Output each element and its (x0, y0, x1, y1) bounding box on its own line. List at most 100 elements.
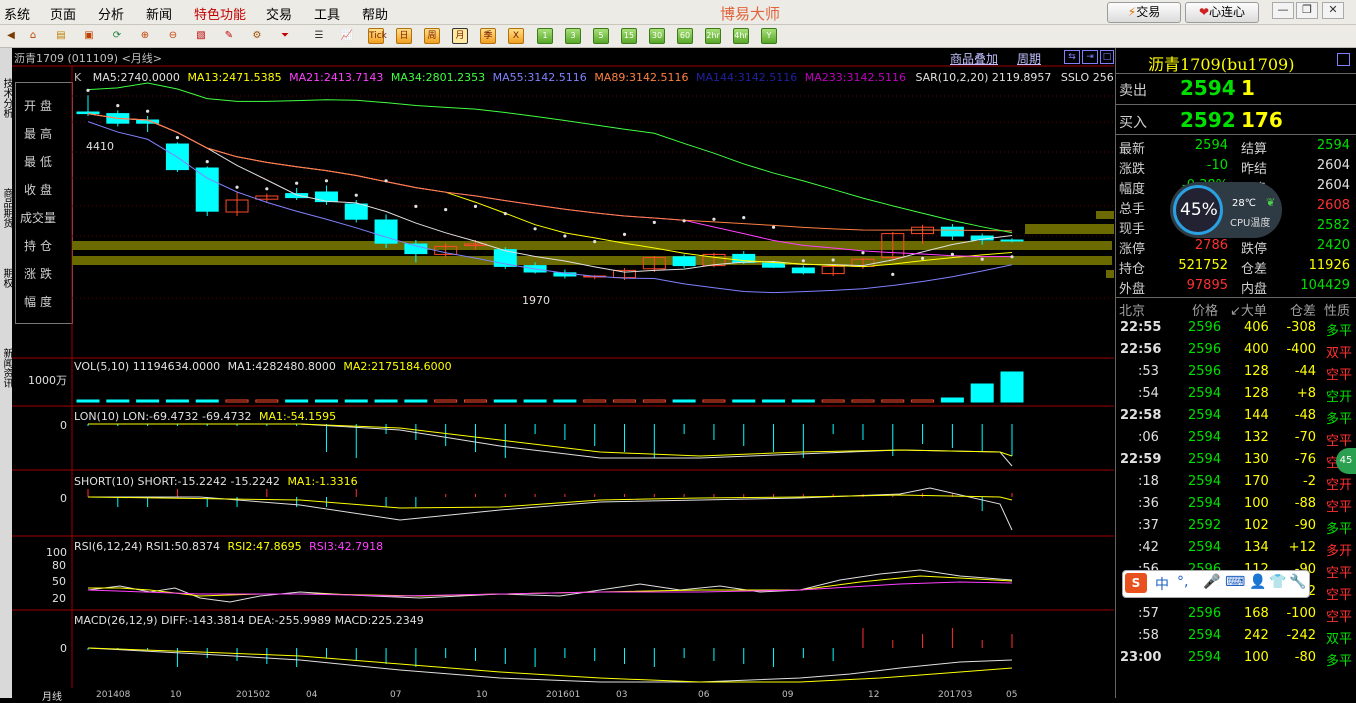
trade-nature: 多平 (1326, 522, 1353, 537)
stat-value: 2582 (1316, 218, 1350, 233)
trade-volume: 102 (1244, 518, 1269, 533)
trade-time: :36 (1138, 496, 1159, 511)
trade-oi: -100 (1286, 606, 1316, 621)
volume-bar (225, 399, 249, 403)
sar-dot (354, 193, 358, 197)
sar-dot (175, 136, 180, 140)
trade-time: 22:56 (1120, 342, 1162, 357)
trade-row[interactable]: :54 2594 128 +8 空开 (1116, 386, 1356, 408)
trade-volume: 406 (1244, 320, 1269, 335)
candle-body (672, 256, 696, 267)
microphone-icon[interactable]: 🎤 (1203, 574, 1220, 590)
cpu-temp: 28℃ (1232, 198, 1256, 209)
trade-row[interactable]: 22:58 2594 144 -48 多平 (1116, 408, 1356, 430)
sell-label: 卖出 (1119, 83, 1147, 99)
x-axis-label: 月线 (42, 692, 62, 703)
stat-label: 仓差 (1241, 262, 1268, 277)
punctuation-icon[interactable]: °, (1177, 574, 1188, 590)
trade-row[interactable]: 23:00 2594 100 -80 多平 (1116, 650, 1356, 672)
sar-dot (473, 204, 478, 208)
sar-dot (444, 208, 448, 212)
sell-price[interactable]: 2594 (1180, 76, 1236, 100)
short-ma1: MA1:-1.3316 (287, 475, 358, 488)
trade-nature: 空平 (1326, 566, 1353, 581)
trade-time: 22:58 (1120, 408, 1162, 423)
trade-price: 2594 (1188, 430, 1222, 445)
trade-row[interactable]: :42 2594 134 +12 多开 (1116, 540, 1356, 562)
trade-row[interactable]: :37 2592 102 -90 多平 (1116, 518, 1356, 540)
stat-value: 11926 (1308, 258, 1350, 273)
buy-price[interactable]: 2592 (1180, 108, 1236, 132)
trade-row[interactable]: :57 2596 168 -100 空平 (1116, 606, 1356, 628)
stat-label: 幅度 (1119, 182, 1146, 197)
sogou-icon[interactable]: S (1125, 573, 1147, 593)
trade-volume: 132 (1244, 430, 1269, 445)
lon-info-line: LON(10) LON:-69.4732 -69.4732 MA1:-54.15… (74, 410, 336, 423)
trade-row[interactable]: :06 2594 132 -70 空平 (1116, 430, 1356, 452)
chinese-mode-icon[interactable]: 中 (1155, 574, 1169, 594)
sar-dot (414, 204, 418, 208)
trade-row[interactable]: 22:592594130-76空平 (1116, 452, 1356, 474)
sar-dot (652, 220, 656, 224)
sar-dot (1010, 255, 1014, 259)
trade-volume: 242 (1244, 628, 1269, 643)
volume-bar (1000, 371, 1024, 403)
trade-nature: 空开 (1326, 478, 1353, 493)
volume-profile-bar (1025, 224, 1114, 234)
candle-body (76, 111, 100, 115)
volume-bar (136, 399, 160, 403)
trade-volume: 100 (1244, 496, 1269, 511)
shirt-icon[interactable]: 👕 (1269, 574, 1286, 590)
trade-time: :57 (1138, 606, 1159, 621)
x-tick: 201601 (546, 690, 581, 700)
stat-label: 内盘 (1241, 282, 1268, 297)
quote-title-bar: 沥青1709(bu1709) (1116, 49, 1356, 74)
trade-row[interactable]: 22:55 2596 406 -308 多平 (1116, 320, 1356, 342)
wrench-icon[interactable]: 🔧 (1289, 574, 1306, 590)
trade-row[interactable]: :18 2594 170 -2 空开 (1116, 474, 1356, 496)
stat-label: 跌停 (1241, 242, 1268, 257)
macd-info-line: MACD(26,12,9) DIFF:-143.3814 DEA:-255.99… (74, 614, 424, 627)
rsi-axis-80: 80 (52, 559, 66, 572)
trade-time: :54 (1138, 386, 1159, 401)
trade-row[interactable]: 22:56 2596 400 -400 双平 (1116, 342, 1356, 364)
panel-maximize-icon[interactable] (1337, 53, 1350, 66)
user-icon[interactable]: 👤 (1249, 574, 1266, 590)
macd-value: MACD(26,12,9) DIFF:-143.3814 DEA:-255.99… (74, 614, 424, 627)
stat-value: 2594 (1194, 138, 1228, 153)
stat-value: 2604 (1316, 158, 1350, 173)
volume-bar (762, 399, 786, 403)
trade-oi: -48 (1294, 408, 1316, 423)
rsi1-value: RSI(6,12,24) RSI1:50.8374 (74, 540, 220, 553)
stat-value: 521752 (1178, 258, 1228, 273)
volume-bar (434, 399, 458, 403)
candle-body (762, 262, 786, 268)
volume-profile-bar (1096, 211, 1114, 219)
ime-toolbar[interactable]: S 中 °, 🎤 ⌨ 👤 👕 🔧 (1122, 570, 1310, 598)
stat-value: 2594 (1316, 138, 1350, 153)
stat-label: 涨停 (1119, 242, 1146, 257)
upper-band-line (87, 82, 1013, 234)
volume-bar (940, 397, 964, 403)
x-tick: 04 (306, 690, 318, 700)
rsi-axis-50: 50 (52, 575, 66, 588)
short-info-line: SHORT(10) SHORT:-15.2242 -15.2242 MA1:-1… (74, 475, 358, 488)
volume-bar (344, 399, 368, 403)
sar-dot (593, 240, 597, 244)
trade-row[interactable]: :58 2594 242 -242 双平 (1116, 628, 1356, 650)
x-tick: 09 (782, 690, 794, 700)
keyboard-icon[interactable]: ⌨ (1225, 574, 1245, 590)
low-marker: 1970 (522, 294, 550, 307)
x-tick: 10 (476, 690, 488, 700)
trade-nature: 多平 (1326, 654, 1353, 669)
volume-bar (523, 399, 547, 403)
trade-row[interactable]: :36 2594 100 -88 空平 (1116, 496, 1356, 518)
trade-oi: -70 (1294, 430, 1316, 445)
side-float-icon[interactable]: 45 (1336, 448, 1356, 474)
lon-ma1: MA1:-54.1595 (258, 410, 337, 423)
volume-bar (165, 399, 189, 403)
sar-dot (622, 232, 627, 236)
cpu-widget[interactable]: 45% 28℃ ❦ CPU温度 (1170, 182, 1282, 238)
stat-label: 涨跌 (1119, 162, 1146, 177)
trade-row[interactable]: :53 2596 128 -44 空平 (1116, 364, 1356, 386)
